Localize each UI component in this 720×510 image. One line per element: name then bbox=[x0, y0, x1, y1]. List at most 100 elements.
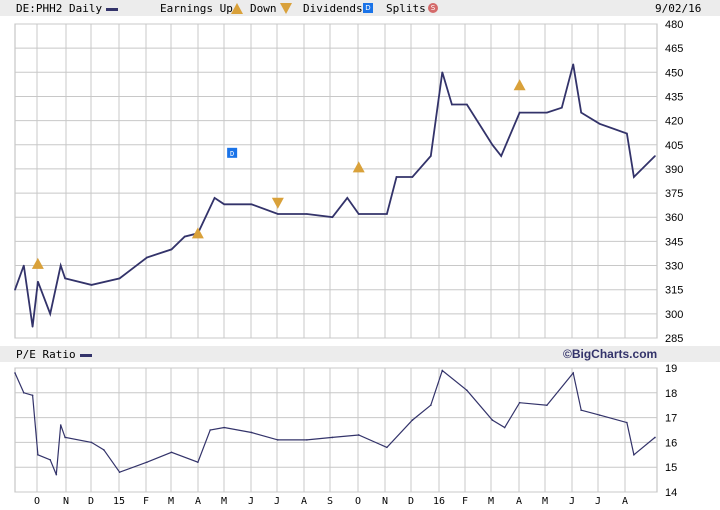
y-tick-label: 465 bbox=[665, 43, 683, 55]
data-point bbox=[277, 439, 279, 441]
data-point bbox=[146, 256, 148, 259]
data-point bbox=[546, 111, 548, 114]
y-tick-label: 390 bbox=[665, 164, 683, 176]
data-point bbox=[331, 216, 334, 219]
x-tick-label: S bbox=[327, 496, 333, 507]
x-tick-label: A bbox=[195, 496, 201, 507]
data-point bbox=[49, 458, 51, 461]
data-point bbox=[183, 235, 186, 238]
data-point bbox=[357, 434, 360, 436]
x-tick-label: F bbox=[462, 496, 468, 507]
data-point bbox=[572, 372, 575, 374]
data-point bbox=[170, 248, 173, 251]
x-tick-label: O bbox=[34, 496, 40, 507]
x-tick-label: J bbox=[569, 496, 575, 507]
data-point bbox=[441, 369, 444, 372]
data-point bbox=[209, 429, 211, 431]
data-point bbox=[598, 123, 601, 125]
data-point bbox=[346, 197, 349, 199]
data-point bbox=[49, 313, 51, 315]
data-point bbox=[14, 288, 16, 291]
y-tick-label: 285 bbox=[665, 333, 683, 345]
data-point bbox=[22, 264, 25, 267]
x-tick-label: A bbox=[516, 496, 522, 507]
data-point bbox=[386, 213, 388, 215]
y-tick-label: 345 bbox=[665, 236, 683, 248]
data-point bbox=[491, 419, 494, 421]
data-point bbox=[170, 451, 173, 454]
x-tick-label: J bbox=[595, 496, 601, 507]
data-point bbox=[197, 461, 199, 464]
y-tick-label: 435 bbox=[665, 91, 683, 103]
x-tick-label: M bbox=[221, 496, 227, 507]
plot-area-1 bbox=[14, 367, 658, 493]
data-point bbox=[64, 436, 66, 439]
y-tick-label: 315 bbox=[665, 285, 683, 297]
x-tick-label: N bbox=[382, 496, 388, 507]
data-point bbox=[451, 103, 453, 106]
x-tick-label: A bbox=[622, 496, 628, 507]
y-tick-label: 300 bbox=[665, 309, 683, 321]
data-point bbox=[654, 436, 656, 439]
data-point bbox=[31, 394, 34, 397]
x-tick-label: M bbox=[542, 496, 548, 507]
data-point bbox=[306, 213, 308, 215]
data-point bbox=[561, 106, 563, 109]
data-point bbox=[102, 449, 105, 451]
y-tick-label: 330 bbox=[665, 261, 683, 273]
x-tick-label: F bbox=[143, 496, 149, 507]
data-point bbox=[633, 454, 635, 456]
data-point bbox=[64, 277, 66, 280]
data-point bbox=[37, 280, 39, 283]
data-point bbox=[518, 401, 521, 404]
data-point bbox=[306, 439, 308, 441]
data-point bbox=[626, 421, 628, 424]
data-point bbox=[500, 155, 502, 157]
data-point bbox=[430, 155, 432, 157]
y-tick-label: 375 bbox=[665, 188, 683, 200]
x-tick-label: M bbox=[488, 496, 494, 507]
data-point bbox=[395, 176, 398, 178]
data-point bbox=[31, 325, 34, 328]
data-point bbox=[59, 264, 62, 267]
chart-canvas: 285 300 315 330 345 360 375 390 405 420 435 450 465 4… bbox=[14, 19, 683, 507]
dividend-marker-label: D bbox=[230, 150, 234, 158]
data-point bbox=[250, 431, 253, 434]
x-tick-label: A bbox=[301, 496, 307, 507]
data-point bbox=[598, 414, 601, 416]
data-point bbox=[331, 436, 334, 439]
data-point bbox=[118, 277, 121, 280]
data-point bbox=[277, 213, 279, 215]
y-tick-label: 420 bbox=[665, 116, 683, 128]
y-tick-label: 16 bbox=[665, 437, 677, 449]
data-point bbox=[223, 426, 226, 429]
data-point bbox=[580, 111, 582, 114]
data-point bbox=[14, 372, 16, 374]
x-tick-label: M bbox=[168, 496, 174, 507]
x-tick-label: D bbox=[88, 496, 94, 507]
data-point bbox=[466, 389, 468, 392]
data-point bbox=[633, 176, 635, 178]
y-tick-label: 19 bbox=[665, 363, 677, 375]
data-point bbox=[250, 203, 253, 206]
x-tick-label: 16 bbox=[433, 496, 445, 507]
data-point bbox=[37, 454, 39, 456]
data-point bbox=[430, 404, 432, 407]
x-tick-label: J bbox=[248, 496, 254, 507]
data-point bbox=[59, 424, 62, 426]
data-point bbox=[90, 284, 93, 286]
data-point bbox=[223, 203, 226, 206]
data-point bbox=[411, 176, 414, 178]
data-point bbox=[213, 197, 216, 199]
data-point bbox=[441, 71, 444, 74]
y-tick-label: 450 bbox=[665, 67, 683, 79]
data-point bbox=[357, 213, 360, 215]
x-tick-label: D bbox=[408, 496, 414, 507]
plot-area-0 bbox=[14, 23, 658, 339]
data-point bbox=[491, 143, 494, 146]
data-point bbox=[55, 473, 58, 476]
data-point bbox=[22, 392, 25, 394]
y-tick-label: 17 bbox=[665, 413, 677, 425]
x-tick-label: 15 bbox=[113, 496, 125, 507]
data-point bbox=[146, 461, 148, 464]
